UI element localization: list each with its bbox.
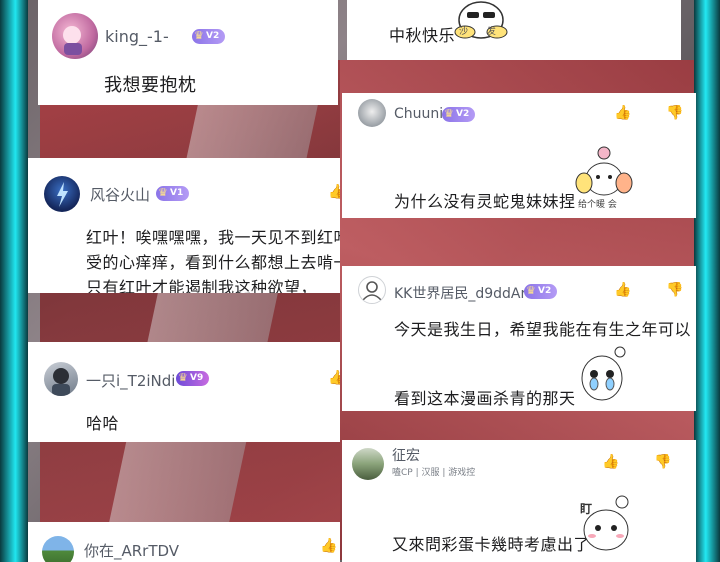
sticker: 给个暖 会: [572, 143, 636, 211]
username[interactable]: 风谷火山: [90, 184, 150, 205]
avatar[interactable]: [42, 536, 74, 562]
avatar[interactable]: [52, 13, 98, 59]
username[interactable]: 征宏: [392, 445, 420, 465]
thumbs-up-icon[interactable]: 👍: [614, 282, 631, 298]
comment-card: KK世界居民_d9ddAr V2 👍 👎 今天是我生日，希望我能在有生之年可以 …: [342, 266, 696, 411]
comment-card: 风谷火山 V1 👍 红叶！唉嘿嘿嘿，我一天见不到红叶就难 受的心痒痒，看到什么都…: [28, 158, 340, 293]
thumbs-down-icon[interactable]: 👎: [654, 454, 671, 470]
user-tags: 嗑CP | 汉服 | 游戏控: [392, 468, 476, 478]
thumbs-down-icon[interactable]: 👎: [666, 105, 683, 121]
comment-card: 一只i_T2iNdi V9 👍 哈哈: [28, 342, 340, 442]
crying-sticker-icon: [581, 346, 626, 401]
username[interactable]: KK世界居民_d9ddAr: [394, 283, 526, 303]
sticker: 沙 发: [451, 0, 511, 44]
avatar[interactable]: [44, 176, 80, 212]
avatar[interactable]: [352, 448, 384, 480]
default-avatar-icon: [362, 281, 382, 301]
username[interactable]: 你在_ARrTDV: [84, 540, 179, 561]
sticker-label: 给个暖 会: [578, 200, 617, 210]
comment-text-line: 今天是我生日，希望我能在有生之年可以: [394, 320, 692, 339]
sticker-label: 盯: [580, 502, 593, 516]
comment-card: 中秋快乐 沙 发: [347, 0, 681, 60]
thumbs-up-icon[interactable]: 👍: [320, 538, 337, 554]
thumbs-up-icon[interactable]: 👍: [328, 184, 340, 200]
comment-text: 又來問彩蛋卡幾時考慮出了: [392, 535, 591, 554]
comment-text-line: 受的心痒痒，看到什么都想上去啃一口.: [86, 253, 340, 272]
sticker: [580, 344, 630, 404]
sticker: 盯: [576, 492, 636, 554]
sofa-sticker-icon: [454, 1, 508, 39]
thumbs-down-icon[interactable]: 👎: [666, 282, 683, 298]
comment-text-line: 只有红叶才能遏制我这种欲望，: [86, 278, 318, 293]
comment-text-line: 看到这本漫画杀青的那天: [394, 389, 576, 408]
username[interactable]: king_-1-: [105, 27, 169, 46]
avatar-art-icon: [52, 368, 70, 396]
right-neon-frame: [694, 0, 720, 562]
thumbs-up-icon[interactable]: 👍: [602, 454, 619, 470]
comment-card: king_-1- V2 我想要抱枕: [38, 0, 338, 105]
level-badge: V2: [192, 28, 226, 44]
username[interactable]: Chuuni: [394, 106, 443, 122]
avatar[interactable]: [358, 99, 386, 127]
comment-text: 中秋快乐: [389, 26, 456, 45]
thumbs-up-icon[interactable]: 👍: [328, 370, 340, 386]
comment-text: 哈哈: [86, 414, 120, 433]
comment-card: Chuuni V2 👍 👎 为什么没有灵蛇鬼妹妹捏 给个暖 会: [342, 93, 696, 218]
level-badge: V9: [176, 370, 210, 386]
comment-card: 你在_ARrTDV 👍: [28, 522, 340, 562]
comment-text: 我想要抱枕: [104, 75, 197, 96]
avatar-art-icon: [63, 26, 82, 55]
lightning-icon: [57, 182, 68, 207]
username[interactable]: 一只i_T2iNdi: [86, 370, 175, 391]
comment-text: 为什么没有灵蛇鬼妹妹捏: [394, 192, 576, 211]
thumbs-up-icon[interactable]: 👍: [614, 105, 631, 121]
avatar[interactable]: [44, 362, 78, 396]
left-neon-frame: [0, 0, 28, 562]
level-badge: V2: [442, 106, 476, 122]
level-badge: V1: [156, 185, 190, 201]
avatar[interactable]: [358, 276, 386, 304]
level-badge: V2: [524, 283, 558, 299]
comment-card: 征宏 嗑CP | 汉服 | 游戏控 👍 👎 又來問彩蛋卡幾時考慮出了 盯: [342, 440, 696, 562]
sticker-label: 沙 发: [459, 27, 504, 37]
comment-text-line: 红叶！唉嘿嘿嘿，我一天见不到红叶就难: [86, 228, 340, 247]
